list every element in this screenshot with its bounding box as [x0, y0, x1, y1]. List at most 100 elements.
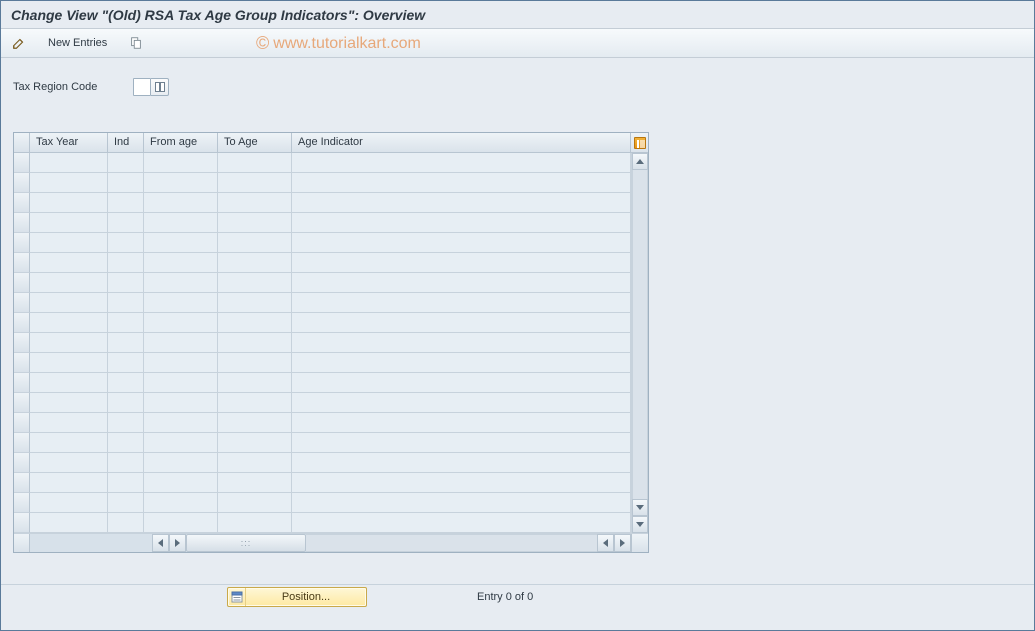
- vertical-scrollbar[interactable]: [631, 153, 648, 533]
- cell-ind[interactable]: [108, 493, 144, 513]
- scroll-down-icon[interactable]: [632, 499, 648, 516]
- cell-from_age[interactable]: [144, 413, 218, 433]
- cell-from_age[interactable]: [144, 213, 218, 233]
- cell-from_age[interactable]: [144, 433, 218, 453]
- cell-age_indicator[interactable]: [292, 253, 631, 273]
- cell-tax_year[interactable]: [30, 173, 108, 193]
- table-settings-icon[interactable]: [631, 133, 648, 153]
- cell-ind[interactable]: [108, 393, 144, 413]
- cell-tax_year[interactable]: [30, 453, 108, 473]
- copy-as-icon[interactable]: [124, 33, 148, 53]
- cell-tax_year[interactable]: [30, 153, 108, 173]
- row-selector[interactable]: [14, 413, 30, 433]
- cell-age_indicator[interactable]: [292, 513, 631, 533]
- row-selector[interactable]: [14, 493, 30, 513]
- cell-from_age[interactable]: [144, 333, 218, 353]
- horizontal-scrollbar[interactable]: :::: [14, 533, 648, 552]
- cell-ind[interactable]: [108, 253, 144, 273]
- cell-ind[interactable]: [108, 473, 144, 493]
- cell-to_age[interactable]: [218, 413, 292, 433]
- cell-ind[interactable]: [108, 173, 144, 193]
- row-selector[interactable]: [14, 353, 30, 373]
- select-all-handle[interactable]: [14, 133, 30, 153]
- cell-to_age[interactable]: [218, 493, 292, 513]
- new-entries-button[interactable]: New Entries: [35, 33, 120, 53]
- cell-to_age[interactable]: [218, 213, 292, 233]
- position-button[interactable]: Position...: [227, 587, 367, 607]
- scroll-left-icon[interactable]: [152, 534, 169, 552]
- row-selector[interactable]: [14, 513, 30, 533]
- row-selector[interactable]: [14, 193, 30, 213]
- cell-to_age[interactable]: [218, 173, 292, 193]
- row-selector[interactable]: [14, 173, 30, 193]
- cell-from_age[interactable]: [144, 173, 218, 193]
- cell-tax_year[interactable]: [30, 233, 108, 253]
- cell-tax_year[interactable]: [30, 353, 108, 373]
- cell-tax_year[interactable]: [30, 473, 108, 493]
- col-header-ind[interactable]: Ind: [108, 133, 144, 153]
- cell-from_age[interactable]: [144, 273, 218, 293]
- cell-to_age[interactable]: [218, 273, 292, 293]
- row-selector[interactable]: [14, 273, 30, 293]
- cell-age_indicator[interactable]: [292, 213, 631, 233]
- scroll-thumb-horizontal[interactable]: :::: [186, 534, 306, 552]
- cell-from_age[interactable]: [144, 473, 218, 493]
- cell-age_indicator[interactable]: [292, 193, 631, 213]
- cell-age_indicator[interactable]: [292, 433, 631, 453]
- cell-ind[interactable]: [108, 193, 144, 213]
- cell-ind[interactable]: [108, 333, 144, 353]
- cell-tax_year[interactable]: [30, 333, 108, 353]
- cell-tax_year[interactable]: [30, 193, 108, 213]
- cell-age_indicator[interactable]: [292, 153, 631, 173]
- col-header-age-indicator[interactable]: Age Indicator: [292, 133, 631, 153]
- cell-to_age[interactable]: [218, 333, 292, 353]
- cell-tax_year[interactable]: [30, 273, 108, 293]
- cell-tax_year[interactable]: [30, 493, 108, 513]
- row-selector[interactable]: [14, 233, 30, 253]
- scroll-track-vertical[interactable]: [632, 170, 648, 499]
- row-selector[interactable]: [14, 153, 30, 173]
- cell-from_age[interactable]: [144, 293, 218, 313]
- row-selector[interactable]: [14, 253, 30, 273]
- cell-tax_year[interactable]: [30, 513, 108, 533]
- cell-from_age[interactable]: [144, 253, 218, 273]
- cell-age_indicator[interactable]: [292, 473, 631, 493]
- cell-age_indicator[interactable]: [292, 333, 631, 353]
- scroll-down-2-icon[interactable]: [632, 516, 648, 533]
- cell-tax_year[interactable]: [30, 213, 108, 233]
- cell-ind[interactable]: [108, 433, 144, 453]
- cell-ind[interactable]: [108, 413, 144, 433]
- cell-age_indicator[interactable]: [292, 393, 631, 413]
- cell-age_indicator[interactable]: [292, 273, 631, 293]
- tax-region-input[interactable]: [133, 78, 151, 96]
- cell-ind[interactable]: [108, 273, 144, 293]
- cell-age_indicator[interactable]: [292, 353, 631, 373]
- cell-to_age[interactable]: [218, 233, 292, 253]
- cell-to_age[interactable]: [218, 353, 292, 373]
- cell-to_age[interactable]: [218, 293, 292, 313]
- col-header-tax-year[interactable]: Tax Year: [30, 133, 108, 153]
- cell-to_age[interactable]: [218, 373, 292, 393]
- cell-ind[interactable]: [108, 153, 144, 173]
- cell-to_age[interactable]: [218, 253, 292, 273]
- cell-to_age[interactable]: [218, 393, 292, 413]
- scroll-right-step-icon[interactable]: [169, 534, 186, 552]
- cell-to_age[interactable]: [218, 193, 292, 213]
- cell-age_indicator[interactable]: [292, 453, 631, 473]
- cell-to_age[interactable]: [218, 473, 292, 493]
- row-selector[interactable]: [14, 393, 30, 413]
- search-help-icon[interactable]: [151, 78, 169, 96]
- cell-from_age[interactable]: [144, 373, 218, 393]
- cell-ind[interactable]: [108, 213, 144, 233]
- scroll-up-icon[interactable]: [632, 153, 648, 170]
- cell-age_indicator[interactable]: [292, 233, 631, 253]
- row-selector[interactable]: [14, 453, 30, 473]
- cell-to_age[interactable]: [218, 433, 292, 453]
- cell-from_age[interactable]: [144, 353, 218, 373]
- cell-tax_year[interactable]: [30, 433, 108, 453]
- cell-age_indicator[interactable]: [292, 173, 631, 193]
- cell-tax_year[interactable]: [30, 413, 108, 433]
- row-selector[interactable]: [14, 313, 30, 333]
- row-selector[interactable]: [14, 373, 30, 393]
- scroll-left-2-icon[interactable]: [597, 534, 614, 552]
